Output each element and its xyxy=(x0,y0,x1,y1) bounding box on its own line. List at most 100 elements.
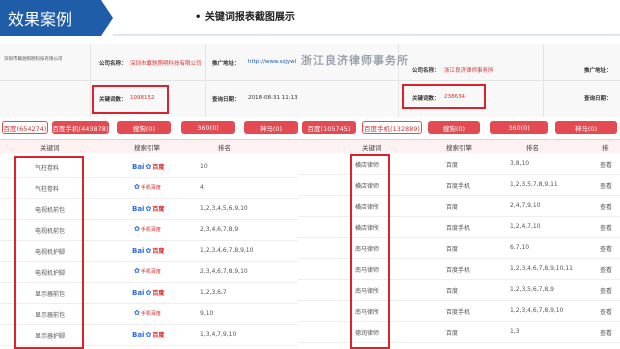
table-header: 关键词 搜索引擎 排名 排 xyxy=(298,139,620,153)
engine-cell: 百度手机 xyxy=(446,267,471,274)
left-report-screenshot: 深圳市載驰照明科技有限公司 公司名称： 深圳市載驰照明科技有限公司 推广地址： … xyxy=(0,44,303,349)
extra-cell: 查看 xyxy=(600,246,613,253)
info-vline xyxy=(543,44,544,117)
date-value: 2018-08-31 11:13 xyxy=(248,95,298,101)
rank-cell: 1,2,3,5,7,8,9,11 xyxy=(510,181,558,188)
row-divider xyxy=(298,321,620,322)
tab-sogou[interactable]: 搜狗(0) xyxy=(428,121,480,134)
tab-shenma[interactable]: 神马(0) xyxy=(244,121,298,134)
tab-360[interactable]: 360(0) xyxy=(490,121,548,134)
col-extra: 排 xyxy=(602,144,609,152)
engine-cell: 百度手机 xyxy=(446,183,471,190)
baidu-logo-text: 百度 xyxy=(152,290,165,297)
baidu-mobile-logo-icon: ✿ 手机百度 xyxy=(134,309,161,317)
slide-headline: • 关键词报表截图展示 xyxy=(195,12,295,23)
engine-cell: 百度 xyxy=(446,288,459,295)
baidu-paw-icon: ✿ xyxy=(145,288,152,297)
company-value: 浙江良济律师事务所 xyxy=(444,68,494,74)
rank-cell: 1,2,3,4,5,6,9,10 xyxy=(200,205,248,212)
baidu-paw-icon: ✿ xyxy=(145,330,152,339)
row-divider xyxy=(298,216,620,217)
slide-title: 效果案例 xyxy=(0,0,113,36)
extra-cell: 查看 xyxy=(600,330,613,337)
engine-tabs: 百度(654274) 百度手机(443878) 搜狗(0) 360(0) 神马(… xyxy=(0,121,303,137)
rank-cell: 1,2,4,7,10 xyxy=(510,223,541,230)
baidu-mobile-logo-icon: ✿ 手机百度 xyxy=(134,183,161,191)
row-divider xyxy=(298,342,620,343)
extra-cell: 查看 xyxy=(600,309,613,316)
baidu-logo-b: Bai xyxy=(132,162,145,171)
baidu-logo-icon: Bai ✿ 百度 xyxy=(132,246,164,256)
baidu-logo-icon: Bai ✿ 百度 xyxy=(132,288,165,298)
info-vline xyxy=(90,44,91,117)
rank-cell: 1,3 xyxy=(510,328,520,335)
engine-cell: 百度 xyxy=(446,204,459,211)
row-divider xyxy=(298,237,620,238)
engine-cell: 百度 xyxy=(446,246,459,253)
col-rank: 排名 xyxy=(526,144,539,152)
row-divider xyxy=(298,195,620,196)
url-label: 推广地址： xyxy=(212,61,240,67)
headline-text: 关键词报表截图展示 xyxy=(204,12,295,23)
baidu-mobile-text: 手机百度 xyxy=(140,226,161,233)
keyword-column-highlight xyxy=(14,156,84,349)
rank-cell: 3,8,10 xyxy=(510,160,530,167)
tab-shenma[interactable]: 神马(0) xyxy=(555,121,617,134)
tab-360[interactable]: 360(0) xyxy=(181,121,235,134)
baidu-mobile-text: 手机百度 xyxy=(140,268,161,275)
tab-baidu-mobile[interactable]: 百度手机(132889) xyxy=(362,121,422,134)
row-divider xyxy=(298,258,620,259)
extra-cell: 查看 xyxy=(600,204,613,211)
tab-baidu-mobile[interactable]: 百度手机(443878) xyxy=(52,121,109,134)
extra-cell: 查看 xyxy=(600,183,613,190)
slide: 效果案例 • 关键词报表截图展示 深圳市載驰照明科技有限公司 公司名称： 深圳市… xyxy=(0,0,620,349)
company-value: 深圳市載驰照明科技有限公司 xyxy=(130,61,202,67)
rank-cell: 1,2,3,5,6,7,8,9 xyxy=(510,286,554,293)
col-rank: 排名 xyxy=(218,144,231,152)
keyword-count-highlight xyxy=(402,84,486,109)
info-divider xyxy=(0,80,303,81)
col-keyword: 关键词 xyxy=(362,144,382,152)
col-engine: 搜索引擎 xyxy=(446,144,472,152)
info-vline xyxy=(205,44,206,117)
rank-cell: 1,2,3,4,6,7,8,9,10 xyxy=(200,247,254,254)
tab-sogou[interactable]: 搜狗(0) xyxy=(117,121,171,134)
baidu-logo-b: Bai xyxy=(132,204,145,213)
right-report-screenshot: 浙江良济律师事务所 公司名称： 浙江良济律师事务所 推广地址： 关键词数： 23… xyxy=(298,44,620,349)
baidu-logo-text: 百度 xyxy=(152,164,165,171)
baidu-logo-icon: Bai ✿ 百度 xyxy=(132,162,165,172)
baidu-logo-b: Bai xyxy=(132,246,145,255)
rank-cell: 1,2,3,6,7 xyxy=(200,289,227,296)
baidu-logo-b: Bai xyxy=(132,330,145,339)
rank-cell: 2,3,4,6,7,8,9 xyxy=(200,226,239,233)
extra-cell: 查看 xyxy=(600,288,613,295)
baidu-paw-icon: ✿ xyxy=(134,309,140,317)
engine-cell: 百度手机 xyxy=(446,309,471,316)
extra-cell: 查看 xyxy=(600,225,613,232)
row-divider xyxy=(298,279,620,280)
rank-cell: 1,3,4,7,9,10 xyxy=(200,331,237,338)
title-divider xyxy=(113,34,620,36)
baidu-logo-b: Bai xyxy=(132,288,145,297)
col-engine: 搜索引擎 xyxy=(134,144,160,152)
baidu-mobile-logo-icon: ✿ 手机百度 xyxy=(134,267,161,275)
rank-cell: 1,2,3,4,6,7,8,9,10,11 xyxy=(510,265,573,272)
tab-baidu[interactable]: 百度(654274) xyxy=(2,121,48,134)
baidu-paw-icon: ✿ xyxy=(145,204,152,213)
tab-baidu[interactable]: 百度(105745) xyxy=(302,121,356,134)
rank-cell: 2,4,7,9,10 xyxy=(510,202,541,209)
baidu-logo-icon: Bai ✿ 百度 xyxy=(132,204,165,214)
rank-cell: 6,7,10 xyxy=(510,244,530,251)
url-value[interactable]: http://www.szjywl xyxy=(248,59,296,65)
row-divider xyxy=(298,174,620,175)
keyword-column-highlight xyxy=(350,154,390,349)
baidu-paw-icon: ✿ xyxy=(134,267,140,275)
baidu-logo-icon: Bai ✿ 百度 xyxy=(132,330,164,340)
company-label: 公司名称： xyxy=(412,68,440,74)
col-keyword: 关键词 xyxy=(40,144,60,152)
baidu-logo-text: 百度 xyxy=(152,206,165,213)
company-label: 公司名称： xyxy=(99,61,127,67)
engine-cell: 百度 xyxy=(446,162,459,169)
baidu-paw-icon: ✿ xyxy=(134,183,140,191)
rank-cell: 1,2,3,4,6,7,8,9,10 xyxy=(510,307,564,314)
